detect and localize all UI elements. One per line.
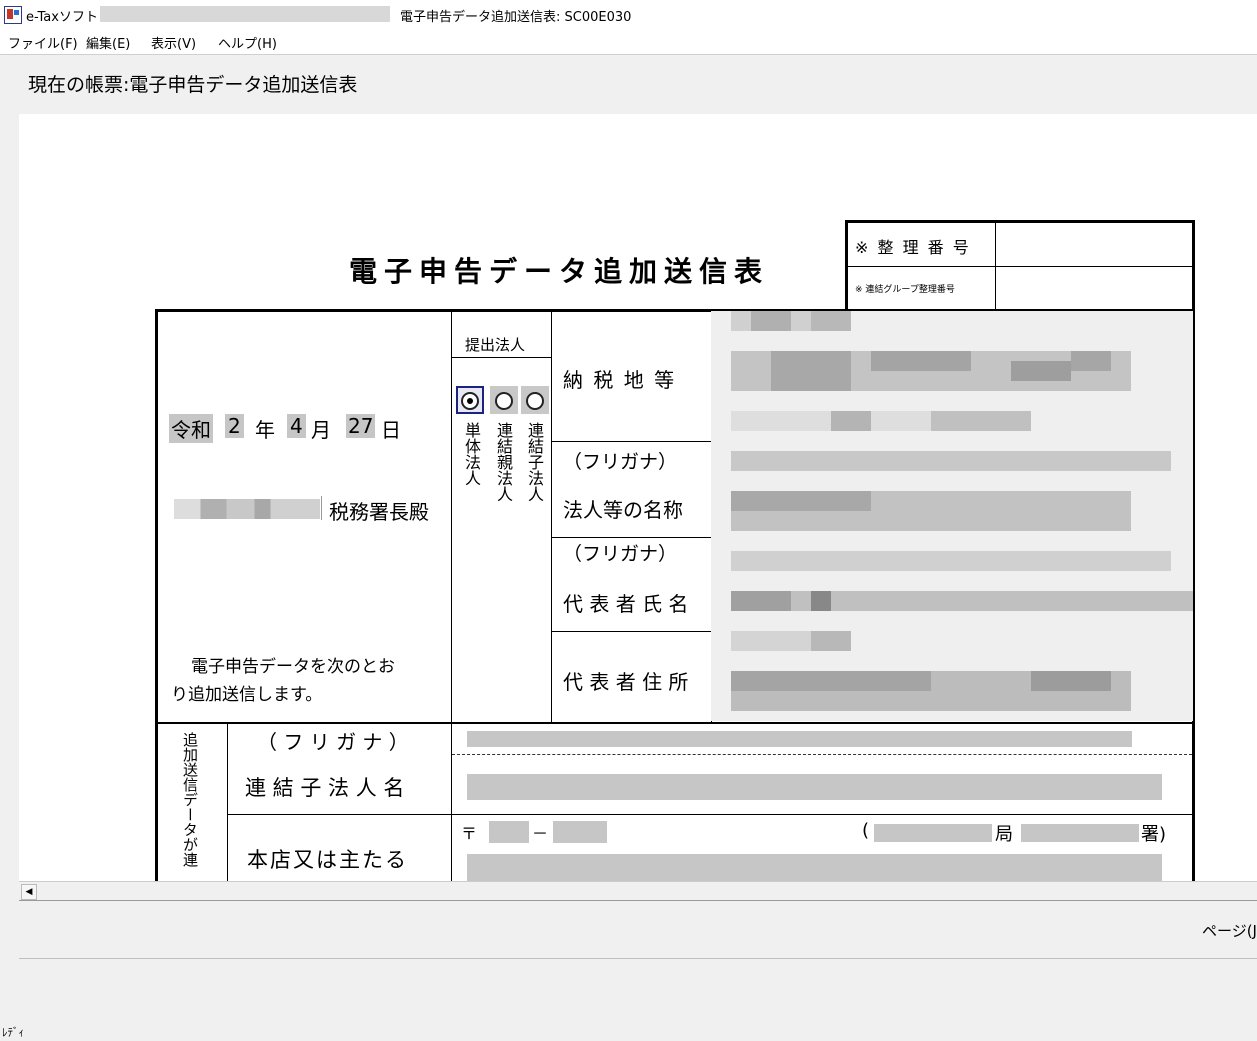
date-era[interactable]: 令和 (169, 414, 213, 443)
furigana-divider (452, 754, 1192, 755)
sub-corp-name-label: 連 結 子 法 人 名 (245, 776, 405, 800)
group-ref-label: ※ 連結グループ整理番号 (855, 285, 955, 295)
form-canvas[interactable]: 電子申告データ追加送信表 ※ 整 理 番 号 ※ 連結グループ整理番号 令和 2… (19, 114, 1257, 881)
app-icon (4, 6, 22, 24)
date-month-unit: 月 (311, 418, 331, 442)
menu-edit[interactable]: 編集(E) (86, 33, 130, 52)
rep-name-label: 代 表 者 氏 名 (563, 592, 689, 616)
radio-label-parent: 連結親法人 (494, 422, 513, 502)
rep-address-label: 代 表 者 住 所 (563, 670, 689, 694)
group-ref-field[interactable] (997, 269, 1191, 309)
date-year[interactable]: 2 (225, 414, 244, 438)
current-form-label: 現在の帳票:電子申告データ追加送信表 (28, 74, 358, 96)
radio-child-corp[interactable] (526, 392, 544, 410)
page-label: ページ(J) (1202, 922, 1257, 940)
furigana-label-2: （フリガナ） (563, 543, 678, 565)
tax-office-field[interactable] (174, 499, 320, 519)
menu-bar: ファイル(F) 編集(E) 表示(V) ヘルプ(H) (0, 30, 1257, 55)
scroll-left-icon[interactable]: ◀ (21, 884, 37, 900)
app-name: e-Taxソフト (26, 10, 98, 25)
corp-name-label: 法人等の名称 (563, 498, 683, 522)
office-label: 署) (1141, 824, 1167, 845)
title-bar: e-Taxソフト 電子申告データ追加送信表: SC00E030 (0, 0, 1257, 30)
redacted-corporate-info[interactable] (711, 311, 1193, 721)
statement-line1: 電子申告データを次のとお (191, 657, 395, 677)
postal-mark: 〒 (461, 824, 478, 843)
ref-number-label: ※ 整 理 番 号 (855, 238, 971, 257)
status-text: ﾚﾃﾞｨ (2, 1026, 24, 1039)
submitter-label: 提出法人 (465, 336, 526, 354)
radio-label-single: 単体法人 (462, 422, 481, 486)
bureau-label: 局 (995, 824, 1013, 845)
bureau-field[interactable] (874, 824, 992, 842)
form-title-heading: 電子申告データ追加送信表 (349, 255, 770, 288)
divider (19, 958, 1257, 959)
tax-office-suffix: 税務署長殿 (329, 500, 429, 524)
sub-furigana-field[interactable] (467, 731, 1132, 747)
side-label: 追加送信データが連 (181, 732, 199, 867)
postal-code-1[interactable] (489, 821, 529, 843)
head-office-address-field[interactable] (467, 854, 1162, 881)
sub-corp-name-field[interactable] (467, 774, 1162, 800)
radio-label-child: 連結子法人 (525, 422, 544, 502)
sub-furigana-label: （ フ リ ガ ナ ） (257, 730, 409, 754)
horizontal-scrollbar[interactable]: ◀ (19, 881, 1257, 901)
ref-number-field[interactable] (997, 224, 1191, 264)
paren-open: ( (862, 820, 870, 841)
date-month[interactable]: 4 (287, 414, 306, 438)
date-day[interactable]: 27 (346, 414, 376, 438)
menu-help[interactable]: ヘルプ(H) (218, 33, 277, 52)
head-office-label: 本店又は主たる (247, 848, 408, 872)
office-field[interactable] (1021, 824, 1139, 842)
menu-view[interactable]: 表示(V) (151, 33, 196, 52)
furigana-label-1: （フリガナ） (563, 451, 678, 473)
statement-line2: り追加送信します。 (171, 685, 323, 705)
menu-file[interactable]: ファイル(F) (8, 33, 78, 52)
radio-single-corp[interactable] (461, 392, 479, 410)
form-title: 電子申告データ追加送信表: SC00E030 (400, 10, 632, 25)
postal-code-2[interactable] (553, 821, 607, 843)
postal-dash: － (532, 824, 549, 843)
radio-parent-corp[interactable] (495, 392, 513, 410)
redacted-title (100, 6, 390, 22)
date-day-unit: 日 (381, 418, 401, 442)
date-year-unit: 年 (255, 418, 275, 442)
tax-place-label: 納 税 地 等 (563, 368, 677, 392)
